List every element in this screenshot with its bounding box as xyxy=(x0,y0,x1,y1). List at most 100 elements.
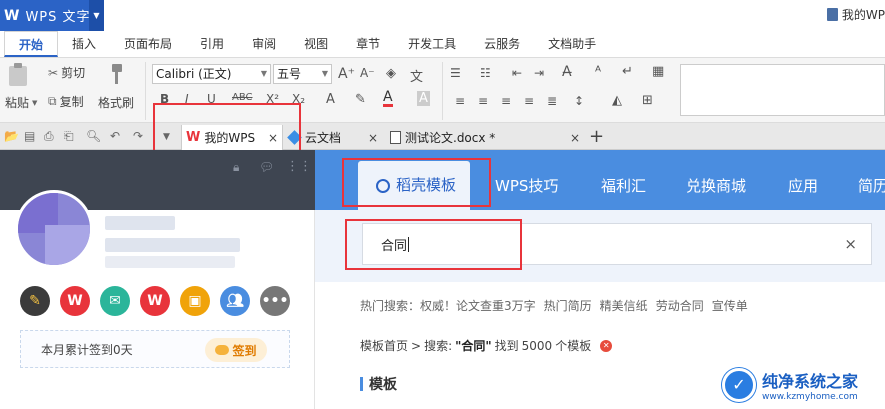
paragraph-shading-icon[interactable]: ◭ xyxy=(612,93,622,108)
distribute-icon[interactable]: ≣ xyxy=(547,94,557,108)
coin-icon xyxy=(215,345,230,355)
borders-icon[interactable]: ⊞ xyxy=(642,93,653,108)
tab-home[interactable]: 开始 xyxy=(4,31,59,57)
close-icon[interactable]: × xyxy=(570,131,580,145)
format-painter-label: 格式刷 xyxy=(98,96,135,110)
document-title: 我的WP xyxy=(826,6,885,23)
tab-view[interactable]: 视图 xyxy=(290,31,342,57)
scissors-icon: ✂ xyxy=(48,65,59,80)
font-size-value: 五号 xyxy=(277,67,302,81)
result-count: 5000 xyxy=(521,338,553,353)
print-icon[interactable]: ⎗ xyxy=(64,129,74,144)
char-spacing-icon[interactable]: ᴬ xyxy=(595,64,601,80)
new-tab-icon[interactable]: + xyxy=(589,126,604,147)
save-icon[interactable]: ▤ xyxy=(24,129,35,143)
shrink-font-icon[interactable]: A⁻ xyxy=(360,66,375,80)
wps-plus-icon[interactable]: W xyxy=(140,286,170,316)
title-bar: W WPS 文字 ▼ 我的WP xyxy=(0,0,885,31)
numbered-list-icon[interactable]: ☷ xyxy=(480,66,491,80)
print-preview-icon[interactable]: ⎙ xyxy=(44,129,54,144)
hot-search-link[interactable]: 劳动合同 xyxy=(656,297,704,314)
chat-icon[interactable]: 💬︎ xyxy=(259,160,274,174)
lock-icon[interactable]: 🔒︎ xyxy=(233,160,239,175)
align-left-icon[interactable]: ≡ xyxy=(455,94,465,108)
dao-ke-icon[interactable]: ✎ xyxy=(20,286,50,316)
copy-icon: ⧉ xyxy=(48,94,57,108)
section-marker xyxy=(360,377,363,391)
decrease-indent-icon[interactable]: ⇤ xyxy=(512,66,522,80)
doc-tab-test-paper[interactable]: 测试论文.docx * × xyxy=(386,125,584,150)
tab-references[interactable]: 引用 xyxy=(186,31,238,57)
hot-search-link[interactable]: 热门简历 xyxy=(544,297,592,314)
align-center-icon[interactable]: ≡ xyxy=(478,94,488,108)
grid-menu-icon[interactable]: ⋮⋮ xyxy=(286,159,312,174)
hot-search-link[interactable]: 权威！论文查重3万字 xyxy=(420,297,536,314)
tab-developer[interactable]: 开发工具 xyxy=(394,31,470,57)
copy-button[interactable]: ⧉ 复制 xyxy=(48,93,84,110)
section-title: 模板 xyxy=(369,377,397,393)
text-effect-icon[interactable]: A xyxy=(326,92,335,107)
app-menu-dropdown-icon[interactable]: ▼ xyxy=(89,0,104,31)
nav-welfare[interactable]: 福利汇 xyxy=(601,150,646,210)
tab-page-layout[interactable]: 页面布局 xyxy=(110,31,186,57)
sign-in-count: 本月累计签到0天 xyxy=(41,342,133,357)
font-color-icon[interactable]: A xyxy=(383,90,393,107)
hot-search-link[interactable]: 宣传单 xyxy=(712,297,748,314)
ribbon-divider xyxy=(145,62,146,120)
align-right-icon[interactable]: ≡ xyxy=(501,94,511,108)
pinyin-icon[interactable]: 文 xyxy=(410,66,423,85)
tab-review[interactable]: 审阅 xyxy=(238,31,290,57)
sign-in-card: 本月累计签到0天 签到 xyxy=(20,330,290,368)
nav-wps-tips[interactable]: WPS技巧 xyxy=(495,150,558,210)
preview-icon[interactable]: 🔍︎ xyxy=(86,129,101,143)
show-marks-icon[interactable]: ↵ xyxy=(622,64,633,79)
tab-doc-assistant[interactable]: 文档助手 xyxy=(534,31,610,57)
contacts-icon[interactable]: 👥︎ xyxy=(220,286,250,316)
calendar-icon[interactable]: ▣ xyxy=(180,286,210,316)
more-icon[interactable]: ••• xyxy=(260,286,290,316)
app-menu-button[interactable]: W WPS 文字 ▼ xyxy=(0,0,104,31)
clear-search-icon[interactable]: ✕ xyxy=(600,339,613,352)
open-folder-icon[interactable]: 📂 xyxy=(4,129,19,143)
paste-icon[interactable] xyxy=(6,62,30,88)
highlight-box xyxy=(342,158,491,207)
tab-cloud-service[interactable]: 云服务 xyxy=(470,31,534,57)
user-info-blurred xyxy=(105,256,235,268)
increase-indent-icon[interactable]: ⇥ xyxy=(534,66,544,80)
bullet-list-icon[interactable]: ☰ xyxy=(450,66,461,80)
mail-icon[interactable]: ✉ xyxy=(100,286,130,316)
strikethrough-icon[interactable]: ABC xyxy=(232,92,253,103)
cut-button[interactable]: ✂ 剪切 xyxy=(48,64,85,81)
highlight-box xyxy=(345,219,522,270)
font-size-select[interactable]: 五号 ▼ xyxy=(273,64,332,84)
chinese-layout-icon[interactable]: A̶ xyxy=(562,64,572,80)
line-spacing-icon[interactable]: ↕ xyxy=(574,94,584,108)
nav-apps[interactable]: 应用 xyxy=(788,150,818,210)
tab-insert[interactable]: 插入 xyxy=(58,31,110,57)
table-icon[interactable]: ▦ xyxy=(652,64,664,79)
paste-button[interactable]: 粘贴 ▼ xyxy=(5,94,37,111)
sign-in-button[interactable]: 签到 xyxy=(205,338,267,362)
breadcrumb-home[interactable]: 模板首页 xyxy=(360,337,408,354)
clear-icon[interactable]: × xyxy=(844,235,857,253)
justify-icon[interactable]: ≡ xyxy=(524,94,534,108)
grow-font-icon[interactable]: A⁺ xyxy=(338,66,355,82)
close-icon[interactable]: × xyxy=(368,131,378,145)
hot-search-link[interactable]: 精美信纸 xyxy=(600,297,648,314)
avatar[interactable] xyxy=(15,190,93,268)
nav-exchange-mall[interactable]: 兑换商城 xyxy=(686,150,746,210)
font-family-select[interactable]: Calibri (正文) ▼ xyxy=(152,64,271,84)
nav-resume[interactable]: 简历 xyxy=(858,150,885,210)
undo-icon[interactable]: ↶ xyxy=(110,129,120,143)
clear-format-icon[interactable]: ◈ xyxy=(386,66,396,81)
result-suffix: 个模板 xyxy=(555,339,592,353)
redo-icon[interactable]: ↷ xyxy=(133,129,143,143)
format-painter-button[interactable]: 格式刷 xyxy=(98,94,134,111)
char-shading-icon[interactable]: A xyxy=(417,91,430,106)
tab-section[interactable]: 章节 xyxy=(342,31,394,57)
site-watermark: ✓ 纯净系统之家 www.kzmyhome.com xyxy=(722,360,885,409)
styles-gallery[interactable] xyxy=(680,64,885,116)
highlight-icon[interactable]: ✎ xyxy=(355,92,366,107)
format-painter-icon[interactable] xyxy=(104,62,126,86)
wps-icon[interactable]: W xyxy=(60,286,90,316)
